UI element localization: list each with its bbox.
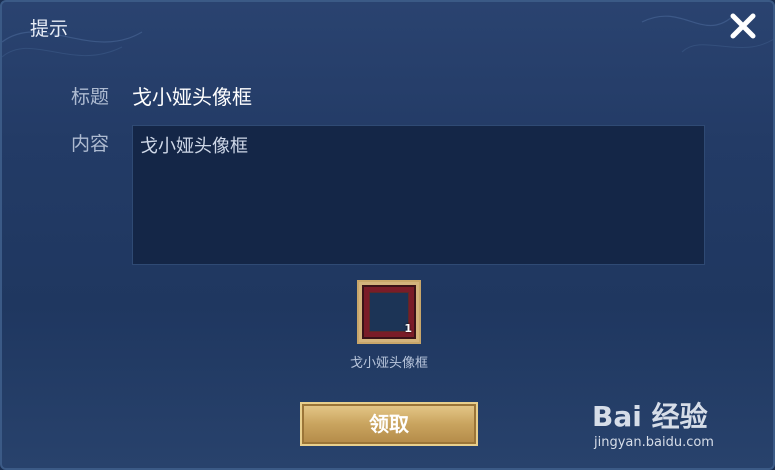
content-label: 内容 xyxy=(71,133,110,155)
title-label: 标题 xyxy=(71,86,110,108)
claim-button[interactable]: 领取 xyxy=(300,402,478,446)
content-text: 戈小娅头像框 xyxy=(140,136,248,157)
watermark-url: jingyan.baidu.com xyxy=(594,435,714,450)
dialog-title: 提示 xyxy=(30,18,69,40)
notice-dialog: 提示 标题 戈小娅头像框 内容 戈小娅头像框 1 戈小娅头像框 领取 Bai 经… xyxy=(0,0,775,470)
reward-count: 1 xyxy=(404,322,412,335)
decorative-swirl xyxy=(2,15,773,58)
close-icon xyxy=(730,13,756,39)
reward-name: 戈小娅头像框 xyxy=(349,356,428,371)
watermark-brand: Bai 经验 xyxy=(592,400,708,433)
content-box: 戈小娅头像框 xyxy=(132,125,705,265)
avatar-frame-window xyxy=(369,292,409,332)
title-value: 戈小娅头像框 xyxy=(132,85,252,109)
reward-item[interactable]: 1 xyxy=(357,280,421,344)
close-button[interactable] xyxy=(725,8,761,44)
baidu-watermark: Bai 经验 jingyan.baidu.com xyxy=(592,387,767,457)
avatar-frame-icon: 1 xyxy=(362,285,416,339)
